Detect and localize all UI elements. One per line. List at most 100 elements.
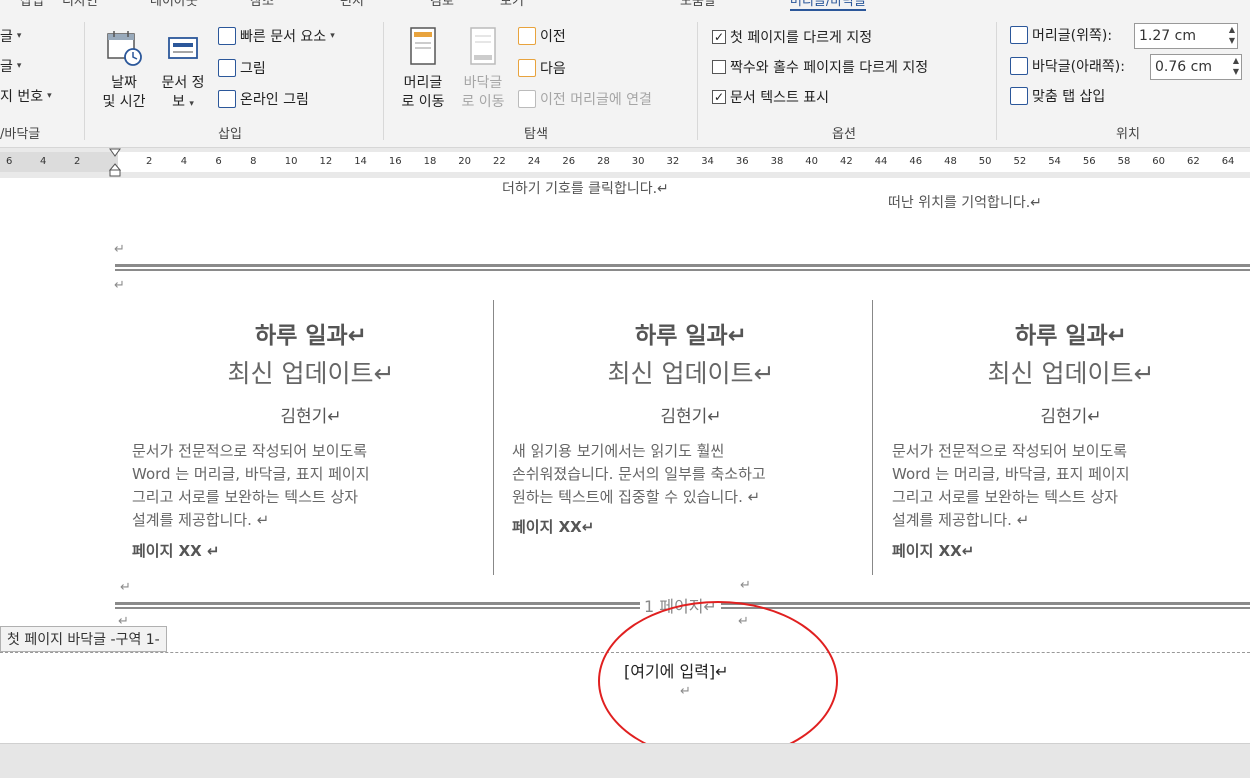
picture-button[interactable]: 그림 — [218, 58, 266, 78]
previous-button[interactable]: 이전 — [518, 26, 566, 46]
paragraph-mark: ↵ — [740, 578, 751, 593]
footer-dropdown[interactable]: 글 ▾ — [0, 56, 21, 76]
calendar-clock-icon — [107, 31, 142, 66]
group-separator — [84, 22, 85, 140]
quick-parts-button[interactable]: 빠른 문서 요소 ▾ — [218, 26, 335, 46]
date-time-button[interactable]: 날짜 및 시간 — [96, 28, 152, 112]
online-picture-label: 온라인 그림 — [240, 92, 309, 108]
group-label-header-footer: /바닥글 — [0, 127, 41, 142]
ruler-number: 14 — [354, 156, 367, 167]
page-number-dropdown[interactable]: 지 번호 ▾ — [0, 86, 52, 106]
ruler-number: 32 — [666, 156, 680, 167]
ruler-number: 44 — [874, 156, 888, 167]
ruler-number: 54 — [1048, 156, 1061, 167]
goto-footer-label-1: 바닥글 — [463, 75, 503, 91]
column-subtitle: 최신 업데이트↵ — [987, 359, 1155, 388]
body-line: Word 는 머리글, 바닥글, 표지 페이지 — [132, 465, 370, 483]
column-body: 문서가 전문적으로 작성되어 보이도록 Word 는 머리글, 바닥글, 표지 … — [132, 440, 452, 532]
column-subtitle: 최신 업데이트↵ — [607, 359, 775, 388]
footer-position-label: 바닥글(아래쪽): — [1032, 59, 1125, 75]
goto-header-button[interactable]: 머리글 로 이동 — [394, 26, 452, 112]
goto-footer-icon — [470, 27, 496, 65]
ruler-number: 6 — [215, 156, 222, 167]
column-body: 문서가 전문적으로 작성되어 보이도록 Word 는 머리글, 바닥글, 표지 … — [892, 440, 1212, 532]
body-line: 설계를 제공합니다. ↵ — [892, 511, 1030, 529]
footer-position-label-row: 바닥글(아래쪽): — [1010, 56, 1125, 76]
different-first-page-checkbox[interactable]: ✓ 첫 페이지를 다르게 지정 — [712, 27, 872, 47]
ruler-number: 8 — [250, 156, 257, 167]
indent-marker-icon[interactable] — [109, 148, 121, 178]
previous-section-icon — [518, 27, 536, 45]
paragraph-mark: ↵ — [114, 242, 125, 257]
header-dropdown[interactable]: 글 ▾ — [0, 26, 21, 46]
status-bar-strip — [0, 743, 1250, 778]
ruler-number: 2 — [74, 156, 81, 167]
tab-view[interactable]: 보기 — [500, 0, 524, 9]
column-author: 김현기↵ — [660, 407, 722, 427]
goto-footer-label-2: 로 이동 — [461, 94, 505, 110]
ruler-number: 22 — [493, 156, 506, 167]
group-separator — [996, 22, 997, 140]
insert-alignment-tab-button[interactable]: 맞춤 탭 삽입 — [1010, 86, 1105, 106]
link-to-previous-button[interactable]: 이전 머리글에 연결 — [518, 89, 652, 109]
tab-references[interactable]: 참조 — [250, 0, 274, 9]
ruler-number: 42 — [840, 156, 853, 167]
quick-parts-label: 빠른 문서 요소 — [240, 29, 327, 45]
ruler-number: 52 — [1013, 156, 1027, 167]
date-time-label-1: 날짜 — [111, 75, 137, 91]
header-position-value: 1.27 cm — [1139, 28, 1196, 44]
checkbox-checked: ✓ — [712, 30, 726, 44]
tab-design[interactable]: 디자인 — [62, 0, 98, 9]
tab-review[interactable]: 검토 — [430, 0, 454, 9]
page-number-dropdown-label: 지 번호 — [0, 89, 44, 105]
document-info-button[interactable]: 문서 정 보 ▾ — [155, 28, 211, 114]
online-picture-button[interactable]: 온라인 그림 — [218, 89, 309, 109]
highlight-circle — [598, 601, 838, 761]
ruler-number: 18 — [423, 156, 437, 167]
ruler-number: 10 — [284, 156, 298, 167]
goto-footer-button[interactable]: 바닥글 로 이동 — [454, 26, 512, 112]
show-document-text-checkbox[interactable]: ✓ 문서 텍스트 표시 — [712, 87, 829, 107]
ruler-number: 40 — [805, 156, 819, 167]
header-position-spinner[interactable]: 1.27 cm ▲ ▼ — [1134, 23, 1238, 49]
ruler-number: 62 — [1187, 156, 1200, 167]
column-subtitle: 최신 업데이트↵ — [227, 359, 395, 388]
next-label: 다음 — [540, 61, 566, 77]
horizontal-ruler[interactable]: 6 4 2 2 4 6 8 10 12 14 16 18 20 22 24 26 28 30 32 34 36 38… — [0, 148, 1250, 178]
spinner-arrows-icon[interactable]: ▲ ▼ — [1233, 55, 1239, 77]
previous-text-line: 더하기 기호를 클릭합니다.↵ — [502, 181, 669, 197]
goto-header-label-2: 로 이동 — [401, 94, 445, 110]
tab-help[interactable]: 도움말 — [680, 0, 716, 9]
next-button[interactable]: 다음 — [518, 58, 566, 78]
ruler-number: 28 — [597, 156, 610, 167]
footer-dropdown-label: 글 — [0, 59, 13, 75]
body-line: 새 읽기용 보기에서는 읽기도 훨씬 — [512, 442, 725, 460]
quick-parts-icon — [218, 27, 236, 45]
spinner-arrows-icon[interactable]: ▲ ▼ — [1229, 24, 1235, 46]
header-position-label: 머리글(위쪽): — [1032, 28, 1113, 44]
ruler-number: 56 — [1082, 156, 1096, 167]
ruler-number: 46 — [909, 156, 923, 167]
group-separator — [383, 22, 384, 140]
footer-section-tab[interactable]: 첫 페이지 바닥글 -구역 1- — [0, 626, 167, 652]
date-time-label-2: 및 시간 — [102, 94, 146, 110]
insert-alignment-tab-label: 맞춤 탭 삽입 — [1032, 89, 1106, 105]
chevron-down-icon: ▾ — [47, 91, 52, 101]
tab-layout[interactable]: 레이아웃 — [150, 0, 198, 9]
ruler-number: 4 — [40, 156, 47, 167]
previous-text-line: 떠난 위치를 기억합니다.↵ — [888, 195, 1042, 211]
ruler-number: 30 — [631, 156, 645, 167]
tab-insert[interactable]: 삽입 — [20, 0, 44, 9]
different-odd-even-checkbox[interactable]: 짝수와 홀수 페이지를 다르게 지정 — [712, 57, 928, 77]
show-document-text-label: 문서 텍스트 표시 — [730, 90, 830, 106]
ruler-number: 34 — [701, 156, 714, 167]
column-author: 김현기↵ — [1040, 407, 1102, 427]
online-picture-icon — [218, 90, 236, 108]
tab-mailings[interactable]: 편지 — [340, 0, 364, 9]
goto-header-label-1: 머리글 — [403, 75, 443, 91]
tab-header-footer[interactable]: 머리글/바닥글 — [790, 0, 867, 11]
footer-position-spinner[interactable]: 0.76 cm ▲ ▼ — [1150, 54, 1242, 80]
footer-bottom-icon — [1010, 57, 1028, 75]
horizontal-rule — [115, 264, 1250, 271]
ruler-number: 16 — [388, 156, 402, 167]
